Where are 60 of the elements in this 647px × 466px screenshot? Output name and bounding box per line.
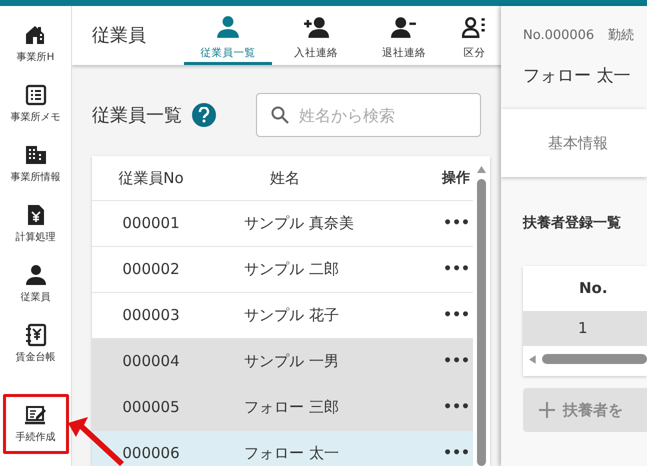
- table-cell-text: 000005: [121, 397, 181, 418]
- person-icon: [24, 263, 48, 287]
- table-cell-text: 000006: [121, 443, 181, 464]
- table-cell-text: サンプル 真奈美: [243, 213, 355, 234]
- more-options-button[interactable]: •••: [443, 261, 470, 277]
- employee-number: No.000006: [523, 27, 594, 45]
- more-options-button[interactable]: •••: [443, 399, 470, 415]
- table-cell-text: サンプル 花子: [243, 305, 340, 326]
- yen-ledger-icon: [24, 323, 48, 347]
- more-options-button[interactable]: •••: [443, 215, 470, 231]
- sidebar-item[interactable]: 計算処理: [2, 194, 68, 254]
- table-cell-text: フォロー 三郎: [243, 397, 340, 418]
- table-cell-text: 000001: [121, 213, 181, 234]
- nav-tab[interactable]: 退社連絡: [360, 6, 448, 65]
- detail-tab[interactable]: 基本情報: [501, 109, 647, 177]
- sidebar-item[interactable]: 従業員: [2, 254, 68, 314]
- help-icon[interactable]: [192, 103, 216, 127]
- table-cell-text: サンプル 二郎: [243, 259, 340, 280]
- sidebar-item[interactable]: 手続作成: [2, 394, 68, 454]
- table-cell-text: サンプル 一男: [243, 351, 340, 372]
- scrollbar-thumb[interactable]: [477, 179, 486, 466]
- building-icon: [24, 143, 48, 167]
- sidebar-item[interactable]: 事業所メモ: [2, 74, 68, 134]
- more-options-button[interactable]: •••: [443, 353, 470, 369]
- nav-tab[interactable]: 入社連絡: [272, 6, 360, 65]
- table-cell-text: 000002: [121, 259, 181, 280]
- column-header: 従業員No: [117, 168, 185, 189]
- table-cell-text: 1: [577, 318, 589, 340]
- person-detail-icon: [462, 14, 488, 40]
- table-row[interactable]: 000002 サンプル 二郎 •••: [92, 247, 473, 293]
- list-icon: [24, 83, 48, 107]
- sidebar-item[interactable]: 賃金台帳: [2, 314, 68, 374]
- table-row[interactable]: 000001 サンプル 真奈美 •••: [92, 201, 473, 247]
- tenure-label: 勤続: [608, 27, 634, 45]
- more-options-button[interactable]: •••: [443, 307, 470, 323]
- table-row[interactable]: 000004 サンプル 一男 •••: [92, 339, 473, 385]
- section-title: 扶養者登録一覧: [522, 214, 622, 233]
- search-field[interactable]: 姓名から検索: [256, 93, 481, 137]
- scrollbar-thumb[interactable]: [542, 354, 647, 364]
- table-cell-text: 000003: [121, 305, 181, 326]
- section-title: 従業員一覧: [92, 104, 182, 128]
- nav-tab[interactable]: 区分: [448, 6, 501, 65]
- edit-document-icon: [24, 403, 48, 427]
- scroll-up-icon[interactable]: [477, 166, 486, 173]
- table-cell-text: 000004: [121, 351, 181, 372]
- table-row[interactable]: 000005 フォロー 三郎 •••: [92, 385, 473, 431]
- employee-name: フォロー 太一: [522, 64, 632, 88]
- more-options-button[interactable]: •••: [443, 445, 470, 461]
- person-icon: [215, 14, 241, 40]
- column-header: 姓名: [269, 168, 301, 189]
- column-header: No.: [578, 278, 609, 300]
- column-header: 操作: [440, 168, 471, 188]
- page-title: 従業員: [92, 24, 147, 48]
- sidebar-item[interactable]: 事業所情報: [2, 134, 68, 194]
- table-row[interactable]: 000006 フォロー 太一 •••: [92, 431, 473, 466]
- sidebar-item[interactable]: 事業所H: [2, 14, 68, 74]
- plus-icon: [539, 402, 555, 418]
- table-cell-text: フォロー 太一: [243, 443, 340, 464]
- scroll-left-icon[interactable]: [529, 354, 536, 364]
- nav-tab[interactable]: 従業員一覧: [184, 6, 272, 65]
